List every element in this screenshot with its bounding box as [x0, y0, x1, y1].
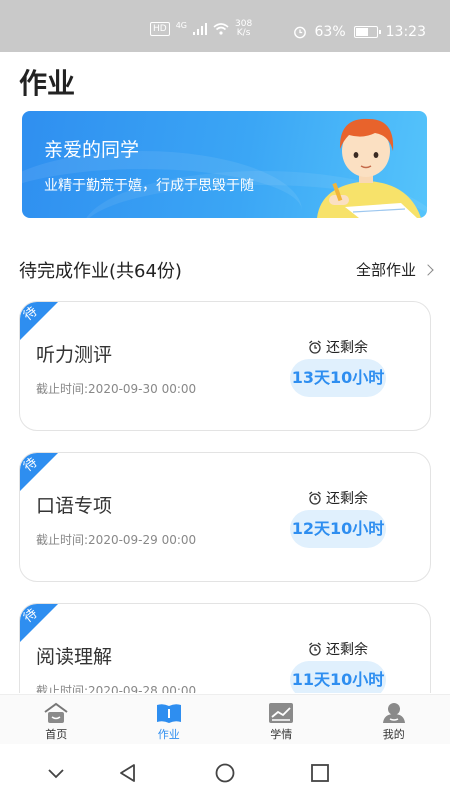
battery-icon	[353, 26, 381, 38]
network-indicators: HD 4G 308 K/s	[150, 20, 252, 38]
homework-title: 听力测评	[36, 344, 113, 366]
wifi-icon	[213, 23, 229, 35]
banner-title: 亲爱的同学	[44, 139, 140, 161]
tab-profile[interactable]: 我的	[338, 695, 450, 744]
network-type: 4G	[175, 20, 187, 30]
pending-section-title: 待完成作业(共64份)	[19, 261, 182, 282]
nav-collapse-icon[interactable]	[45, 762, 67, 784]
motto-banner[interactable]: 亲爱的同学 业精于勤荒于嬉，行成于思毁于随	[22, 111, 427, 218]
homework-list[interactable]: 待 听力测评 截止时间:2020-09-30 00:00 还剩余 13天10小时…	[0, 295, 450, 693]
homework-title: 阅读理解	[36, 646, 113, 668]
chevron-right-icon	[422, 263, 434, 276]
tab-homework-label: 作业	[157, 728, 180, 741]
remaining-label: 还剩余	[308, 337, 368, 357]
hd-badge: HD	[150, 22, 170, 36]
speed-unit: K/s	[236, 28, 251, 38]
page-title: 作业	[19, 67, 76, 100]
remaining-time: 11天10小时	[290, 661, 386, 693]
recent-apps-icon[interactable]	[309, 762, 331, 784]
tab-learning-status[interactable]: 学情	[225, 695, 338, 744]
homework-deadline: 截止时间:2020-09-29 00:00	[36, 533, 197, 547]
alarm-clock-icon	[309, 340, 321, 354]
home-button-icon[interactable]	[214, 762, 236, 784]
remaining-label: 还剩余	[308, 488, 368, 508]
battery-percent: 63%	[314, 24, 346, 40]
system-indicators: 63% 13:23	[293, 24, 426, 40]
tab-home-label: 首页	[45, 728, 68, 741]
tab-profile-label: 我的	[382, 728, 405, 741]
tab-homework[interactable]: 作业	[113, 695, 226, 744]
bottom-tab-bar: 首页 作业 学情 我的	[0, 694, 450, 744]
homework-deadline: 截止时间:2020-09-28 00:00	[36, 684, 197, 693]
remaining-label-text: 还剩余	[326, 340, 368, 356]
alarm-clock-icon	[309, 491, 321, 505]
homework-card[interactable]: 待 阅读理解 截止时间:2020-09-28 00:00 还剩余 11天10小时	[19, 603, 431, 693]
network-speed: 308 K/s	[235, 20, 252, 38]
remaining-time: 12天10小时	[290, 510, 386, 548]
system-nav-bar	[0, 744, 450, 800]
clock: 13:23	[385, 24, 426, 40]
remaining-label-text: 还剩余	[326, 642, 368, 658]
homework-card[interactable]: 待 口语专项 截止时间:2020-09-29 00:00 还剩余 12天10小时	[19, 452, 431, 582]
homework-deadline: 截止时间:2020-09-30 00:00	[36, 382, 197, 396]
remaining-time: 13天10小时	[290, 359, 386, 397]
signal-icon	[193, 23, 207, 35]
banner-subtitle: 业精于勤荒于嬉，行成于思毁于随	[44, 178, 254, 194]
all-homework-link[interactable]: 全部作业	[355, 259, 434, 280]
homework-title: 口语专项	[36, 495, 113, 517]
alarm-icon	[293, 26, 306, 39]
profile-icon	[382, 703, 405, 723]
remaining-label-text: 还剩余	[326, 491, 368, 507]
all-homework-label: 全部作业	[355, 261, 416, 279]
homework-card[interactable]: 待 听力测评 截止时间:2020-09-30 00:00 还剩余 13天10小时	[19, 301, 431, 431]
back-icon[interactable]	[117, 762, 139, 784]
tab-home[interactable]: 首页	[0, 695, 113, 744]
home-icon	[44, 702, 68, 723]
alarm-clock-icon	[309, 642, 321, 656]
chart-icon	[269, 703, 294, 723]
book-icon	[156, 704, 181, 723]
status-bar: HD 4G 308 K/s 63% 13:23	[0, 0, 450, 52]
tab-learning-status-label: 学情	[270, 728, 293, 741]
student-illustration	[317, 118, 421, 218]
remaining-label: 还剩余	[308, 639, 368, 659]
